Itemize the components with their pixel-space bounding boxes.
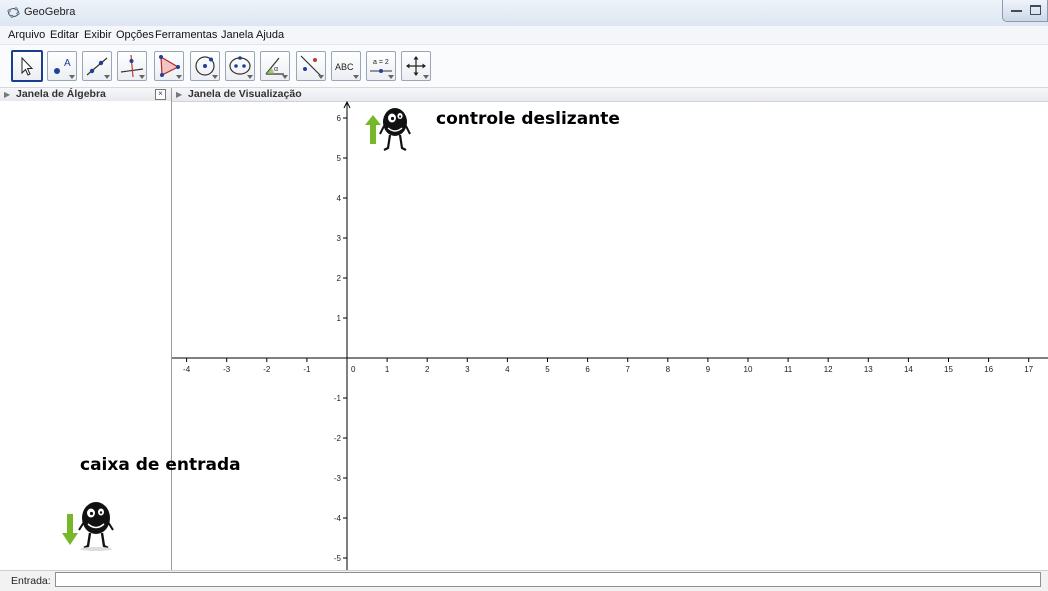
angle-tool[interactable]: α — [260, 51, 290, 81]
x-tick-label: 7 — [625, 365, 630, 374]
menu-exibir[interactable]: Exibir — [84, 29, 112, 41]
close-icon[interactable]: × — [155, 89, 166, 100]
x-tick-label: 2 — [425, 365, 430, 374]
line-tool[interactable] — [82, 51, 112, 81]
toolbar: A α ABC a = 2 — [0, 45, 1048, 88]
input-field[interactable] — [55, 572, 1041, 587]
svg-text:A: A — [64, 58, 71, 69]
mascot-icon — [379, 108, 411, 151]
menu-editar[interactable]: Editar — [50, 29, 79, 41]
x-tick-label: 14 — [904, 365, 913, 374]
window-title: GeoGebra — [24, 6, 76, 18]
slider-annotation: controle deslizante — [436, 109, 620, 129]
y-tick-label: -4 — [334, 514, 342, 523]
menu-opcoes[interactable]: Opções — [116, 29, 154, 41]
title-bar: GeoGebra — [0, 0, 1048, 27]
x-tick-label: 1 — [385, 365, 390, 374]
y-tick-label: 6 — [337, 114, 342, 123]
maximize-icon[interactable] — [1030, 5, 1041, 15]
minimize-icon[interactable] — [1011, 10, 1022, 12]
input-bar: Entrada: — [0, 570, 1048, 591]
window-controls — [1002, 0, 1048, 22]
menu-ferramentas[interactable]: Ferramentas — [155, 29, 217, 41]
x-tick-label: 4 — [505, 365, 510, 374]
x-tick-label: 3 — [465, 365, 470, 374]
text-tool[interactable]: ABC — [331, 51, 361, 81]
graphics-view[interactable]: -4 -3 -2 -1 0 1 2 3 4 5 6 7 8 9 10 11 12 13 14 15 16 17654321… — [172, 101, 1048, 570]
x-tick-label: -1 — [303, 365, 311, 374]
perpendicular-tool[interactable] — [117, 51, 147, 81]
x-tick-label: 17 — [1024, 365, 1033, 374]
menu-janela[interactable]: Janela — [221, 29, 253, 41]
x-tick-label: 0 — [351, 365, 356, 374]
expand-arrow-icon[interactable]: ▶ — [4, 90, 10, 99]
input-label: Entrada: — [11, 575, 51, 587]
y-tick-label: 2 — [337, 274, 342, 283]
svg-text:α: α — [274, 66, 278, 73]
x-tick-label: 16 — [984, 365, 993, 374]
x-tick-label: 10 — [744, 365, 753, 374]
mascot-icon — [78, 502, 114, 551]
menu-ajuda[interactable]: Ajuda — [256, 29, 284, 41]
down-arrow-icon — [62, 514, 78, 545]
x-tick-label: 6 — [585, 365, 590, 374]
graphics-panel-title: Janela de Visualização — [188, 88, 302, 100]
menu-bar: Arquivo Editar Exibir Opções Ferramentas… — [0, 26, 1048, 45]
conic-tool[interactable] — [225, 51, 255, 81]
x-tick-label: 8 — [666, 365, 671, 374]
y-tick-label: 5 — [337, 154, 342, 163]
algebra-panel-title: Janela de Álgebra — [16, 88, 106, 100]
move-view-tool[interactable] — [401, 51, 431, 81]
x-tick-label: 11 — [784, 365, 793, 374]
y-tick-label: 4 — [337, 194, 342, 203]
move-tool[interactable] — [11, 50, 43, 82]
up-arrow-icon — [365, 115, 381, 144]
y-tick-label: 3 — [337, 234, 342, 243]
slider-tool[interactable]: a = 2 — [366, 51, 396, 81]
x-tick-label: -2 — [263, 365, 271, 374]
mascot-with-down-arrow — [62, 502, 114, 551]
algebra-panel-header: ▶ Janela de Álgebra × — [0, 88, 171, 102]
x-tick-label: 12 — [824, 365, 833, 374]
svg-text:a = 2: a = 2 — [373, 59, 389, 66]
geogebra-logo-icon — [7, 7, 20, 18]
svg-text:ABC: ABC — [335, 62, 354, 72]
polygon-tool[interactable] — [154, 51, 184, 81]
y-tick-label: -1 — [334, 394, 342, 403]
graphics-panel-header: ▶ Janela de Visualização — [172, 88, 1048, 102]
point-tool[interactable]: A — [47, 51, 77, 81]
x-tick-label: 5 — [545, 365, 550, 374]
y-tick-label: 1 — [337, 314, 342, 323]
input-annotation: caixa de entrada — [80, 455, 241, 475]
x-tick-label: 9 — [706, 365, 711, 374]
x-tick-label: 15 — [944, 365, 953, 374]
x-tick-label: -4 — [183, 365, 191, 374]
expand-arrow-icon[interactable]: ▶ — [176, 90, 182, 99]
y-tick-label: -5 — [334, 554, 342, 563]
x-tick-label: 13 — [864, 365, 873, 374]
reflect-tool[interactable] — [296, 51, 326, 81]
x-tick-label: -3 — [223, 365, 231, 374]
y-tick-label: -3 — [334, 474, 342, 483]
circle-tool[interactable] — [190, 51, 220, 81]
menu-arquivo[interactable]: Arquivo — [8, 29, 45, 41]
y-tick-label: -2 — [334, 434, 342, 443]
mascot-with-up-arrow — [365, 108, 411, 151]
arrow-pointer-icon — [21, 56, 34, 76]
